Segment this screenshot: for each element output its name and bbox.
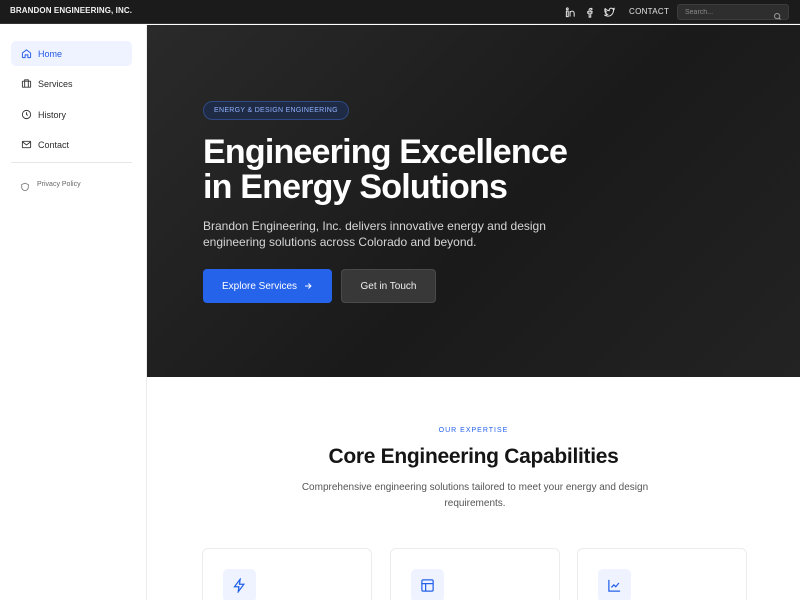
top-bar: BRANDON ENGINEERING, INC. CONTACT <box>0 0 800 24</box>
section-eyebrow: OUR EXPERTISE <box>438 427 509 434</box>
section-title: Core Engineering Capabilities <box>328 445 619 468</box>
home-icon <box>20 48 32 60</box>
briefcase-icon <box>20 78 32 90</box>
sidebar-divider <box>11 162 132 163</box>
hero-subtitle: Brandon Engineering, Inc. delivers innov… <box>203 219 546 249</box>
contact-link[interactable]: CONTACT <box>629 7 669 16</box>
get-in-touch-button[interactable]: Get in Touch <box>341 269 436 303</box>
hero-section: ENERGY & DESIGN ENGINEERING Engineering … <box>147 25 800 377</box>
search-input[interactable] <box>678 8 768 16</box>
sidebar-item-label: Services <box>38 78 73 89</box>
hero-title-line1: Engineering Excellence <box>203 133 568 171</box>
twitter-icon[interactable] <box>602 5 616 19</box>
search-icon[interactable] <box>773 8 782 20</box>
sidebar-item-label: Home <box>38 48 63 59</box>
hero-title: Engineering Excellence in Energy Solutio… <box>203 135 623 205</box>
explore-services-button[interactable]: Explore Services <box>203 269 332 303</box>
sidebar-item-contact[interactable]: Contact <box>11 132 132 157</box>
hero-badge: ENERGY & DESIGN ENGINEERING <box>203 101 349 120</box>
arrow-right-icon <box>305 283 312 289</box>
mail-icon <box>20 139 32 151</box>
sidebar-item-label: History <box>38 109 67 120</box>
sidebar-item-home[interactable]: Home <box>11 41 132 66</box>
privacy-policy-link[interactable]: Privacy Policy <box>11 176 132 192</box>
section-subtitle: Comprehensive engineering solutions tail… <box>301 482 649 509</box>
privacy-policy-label: Privacy Policy <box>37 180 81 188</box>
linkedin-icon[interactable] <box>563 5 577 19</box>
layout-icon <box>411 569 444 600</box>
capability-card[interactable] <box>202 548 372 600</box>
facebook-icon[interactable] <box>583 5 597 19</box>
capability-card[interactable] <box>577 548 747 600</box>
lightning-icon <box>223 569 256 600</box>
sidebar: Home Services History Contact Privacy Po… <box>0 25 147 600</box>
clock-icon <box>20 109 32 121</box>
brand-name[interactable]: BRANDON ENGINEERING, INC. <box>10 6 132 15</box>
sidebar-item-services[interactable]: Services <box>11 71 132 96</box>
shield-icon <box>20 179 30 192</box>
search-box[interactable] <box>677 4 789 20</box>
get-in-touch-label: Get in Touch <box>360 280 417 292</box>
capability-card[interactable] <box>390 548 560 600</box>
explore-services-label: Explore Services <box>221 280 298 292</box>
sidebar-item-history[interactable]: History <box>11 102 132 127</box>
sidebar-item-label: Contact <box>38 139 70 150</box>
chart-line-icon <box>598 569 631 600</box>
hero-title-line2: in Energy Solutions <box>203 168 508 206</box>
